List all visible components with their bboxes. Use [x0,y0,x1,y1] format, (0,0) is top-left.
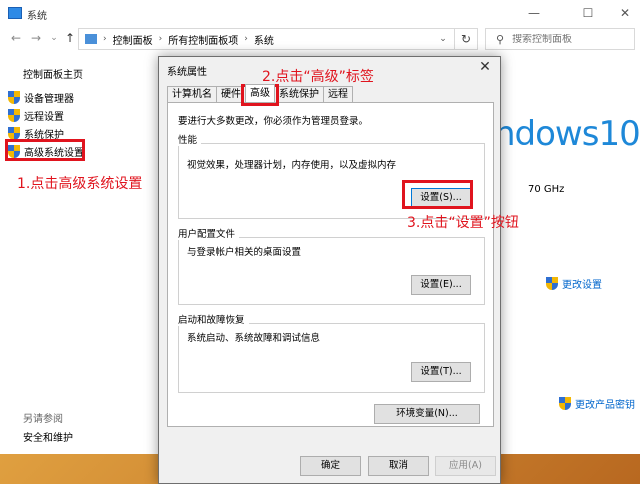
admin-note: 要进行大多数更改，你必须作为管理员登录。 [178,116,369,127]
up-arrow-icon[interactable]: ↑ [62,30,78,46]
apply-button[interactable]: 应用(A) [435,456,496,476]
forward-arrow-icon[interactable]: → [28,30,44,46]
address-dropdown-icon[interactable]: ⌄ [434,28,452,50]
windows-logo-text: ndows10 [494,114,640,154]
address-bar[interactable]: › 控制面板 › 所有控制面板项 › 系统 [78,28,478,50]
dialog-close-button[interactable]: ✕ [476,59,494,75]
tab-strip: 计算机名 硬件 高级 系统保护 远程 [167,84,353,102]
user-profiles-group: 用户配置文件 与登录帐户相关的桌面设置 设置(E)... [178,226,485,305]
annotation-step1: 1.点击高级系统设置 [17,176,143,192]
sidebar-item-system-protection[interactable]: 系统保护 [8,126,64,141]
search-input[interactable] [512,33,623,45]
see-also-heading: 另请参阅 [23,414,63,425]
tab-system-protection[interactable]: 系统保护 [274,86,324,102]
shield-icon [8,108,20,122]
window-title: 系统 [27,11,47,22]
search-icon: ⚲ [496,32,505,46]
annotation-step2: 2.点击“高级”标签 [262,69,374,85]
user-profiles-desc: 与登录帐户相关的桌面设置 [187,247,302,258]
sidebar-item-label: 远程设置 [24,111,64,123]
tab-advanced[interactable]: 高级 [245,84,275,102]
user-profiles-settings-button[interactable]: 设置(E)... [411,275,471,295]
highlight-performance-settings [402,180,473,209]
sidebar-item-remote-settings[interactable]: 远程设置 [8,108,64,123]
sidebar-item-label: 设备管理器 [24,93,74,105]
system-properties-dialog: 系统属性 ✕ 计算机名 硬件 高级 系统保护 远程 要进行大多数更改，你必须作为… [158,56,501,484]
cancel-button[interactable]: 取消 [368,456,429,476]
sidebar-home-link[interactable]: 控制面板主页 [23,66,83,81]
performance-title: 性能 [178,132,202,146]
security-maintenance-link[interactable]: 安全和维护 [23,429,73,444]
maximize-button[interactable]: ☐ [568,0,608,26]
shield-icon [8,90,20,104]
tab-computer-name[interactable]: 计算机名 [167,86,217,102]
change-settings-label: 更改设置 [562,280,602,291]
startup-recovery-title: 启动和故障恢复 [178,312,249,326]
environment-variables-button[interactable]: 环境变量(N)... [374,404,480,424]
close-button[interactable]: ✕ [605,0,640,26]
titlebar: 系统 — ☐ ✕ [0,0,640,26]
startup-recovery-desc: 系统启动、系统故障和调试信息 [187,333,321,344]
shield-icon [559,397,571,410]
sidebar-item-device-manager[interactable]: 设备管理器 [8,90,74,105]
system-icon [8,7,22,19]
change-product-key-link[interactable]: 更改产品密钥 [559,396,635,411]
back-arrow-icon[interactable]: ← [8,30,24,46]
shield-icon [8,126,20,140]
breadcrumb-system[interactable]: 系统 [254,32,274,47]
chevron-right-icon[interactable]: › [244,34,248,44]
minimize-button[interactable]: — [514,0,554,26]
ok-button[interactable]: 确定 [300,456,361,476]
dialog-title: 系统属性 [167,67,207,78]
startup-recovery-group: 启动和故障恢复 系统启动、系统故障和调试信息 设置(T)... [178,312,485,393]
performance-desc: 视觉效果，处理器计划，内存使用，以及虚拟内存 [187,160,397,171]
user-profiles-title: 用户配置文件 [178,226,240,240]
refresh-icon[interactable]: ↻ [454,28,478,50]
highlight-advanced-settings [5,139,85,161]
recent-dropdown-icon[interactable]: ⌄ [46,30,62,46]
control-panel-icon [85,34,97,44]
advanced-tab-panel: 要进行大多数更改，你必须作为管理员登录。 性能 视觉效果，处理器计划，内存使用，… [167,102,494,427]
startup-recovery-settings-button[interactable]: 设置(T)... [411,362,471,382]
chevron-right-icon[interactable]: › [159,34,163,44]
search-box[interactable]: ⚲ [485,28,635,50]
change-product-key-label: 更改产品密钥 [575,400,635,411]
tab-remote[interactable]: 远程 [323,86,353,102]
chevron-right-icon[interactable]: › [103,34,107,44]
cpu-speed: 70 GHz [528,184,565,195]
breadcrumb-control-panel[interactable]: 控制面板 [113,32,153,47]
breadcrumb-all-items[interactable]: 所有控制面板项 [168,32,238,47]
annotation-step3: 3.点击“设置”按钮 [407,215,519,231]
shield-icon [546,277,558,290]
change-settings-link[interactable]: 更改设置 [546,276,602,291]
